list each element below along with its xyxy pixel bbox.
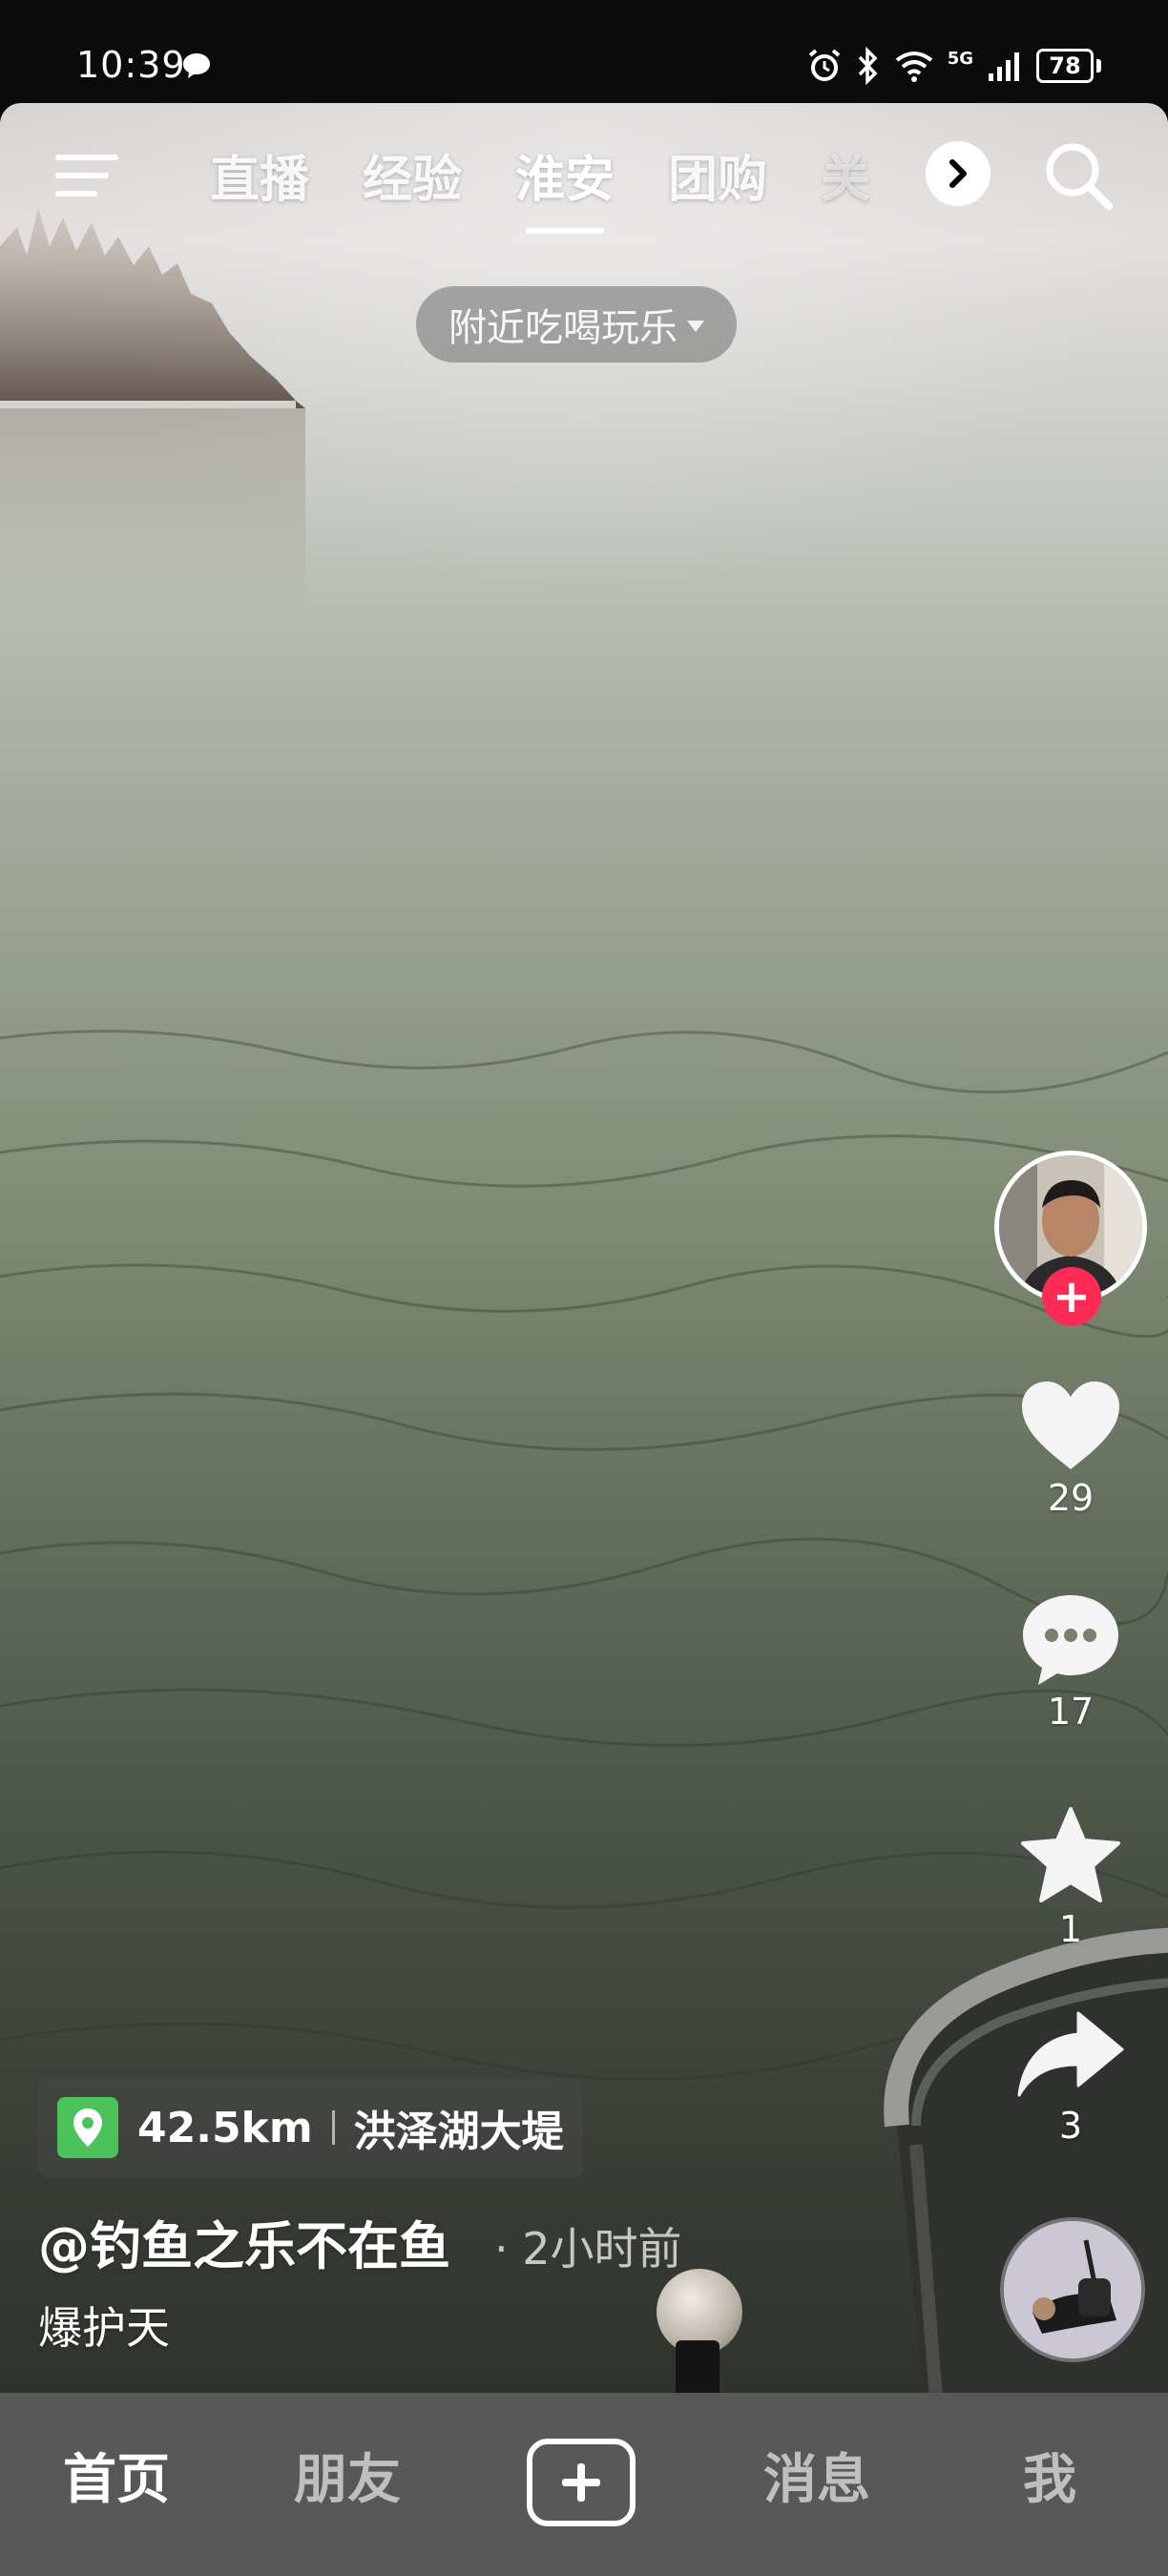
battery-level: 78 <box>1036 49 1094 83</box>
network-type-label: 5G <box>947 49 973 69</box>
share-icon[interactable] <box>1015 2009 1126 2101</box>
nearby-filter-label: 附近吃喝玩乐 <box>448 306 678 350</box>
location-pin-icon <box>57 2097 118 2158</box>
share-count: 3 <box>1058 2105 1083 2147</box>
post-caption[interactable]: 爆护天 <box>38 2294 170 2357</box>
chevron-right-icon <box>949 159 967 188</box>
nav-home[interactable]: 首页 <box>63 2437 170 2514</box>
caret-down-icon <box>687 321 704 332</box>
status-icons: 5G 78 <box>806 42 1101 90</box>
location-distance: 42.5km <box>137 2103 313 2152</box>
alarm-icon <box>808 49 840 81</box>
location-name: 洪泽湖大堤 <box>353 2108 564 2156</box>
heart-icon[interactable] <box>1018 1378 1123 1473</box>
post-time: · 2小时前 <box>494 2223 682 2275</box>
tab-live[interactable]: 直播 <box>210 139 309 211</box>
status-time: 10:39 <box>76 44 186 86</box>
like-action[interactable]: 29 <box>992 1378 1149 1519</box>
menu-icon[interactable] <box>55 147 122 204</box>
create-post-button[interactable] <box>527 2439 636 2526</box>
tab-huaian[interactable]: 淮安 <box>515 139 615 211</box>
favorite-action[interactable]: 1 <box>992 1805 1149 1950</box>
share-action[interactable]: 3 <box>992 2009 1149 2147</box>
tab-following[interactable]: 关 <box>821 139 882 211</box>
location-tag[interactable]: 42.5km 洪泽湖大堤 <box>38 2078 583 2177</box>
comment-icon[interactable] <box>1019 1591 1122 1687</box>
battery-indicator: 78 <box>1036 49 1101 83</box>
signal-icon <box>989 52 1019 81</box>
nav-messages[interactable]: 消息 <box>763 2437 870 2514</box>
more-tabs-button[interactable] <box>926 141 991 206</box>
location-divider <box>331 2110 335 2145</box>
feed-tabs: 直播 经验 淮安 团购 关 <box>210 139 882 211</box>
status-bar: 10:39 5G 78 <box>0 0 1168 103</box>
search-icon[interactable] <box>1042 139 1115 212</box>
favorite-count: 1 <box>1058 1908 1083 1950</box>
author-name[interactable]: @钓鱼之乐不在鱼 <box>38 2204 450 2279</box>
comment-count: 17 <box>1047 1691 1095 1733</box>
plus-icon <box>562 2463 600 2502</box>
nearby-filter-dropdown[interactable]: 附近吃喝玩乐 <box>416 286 737 363</box>
music-disc-button[interactable] <box>1000 2217 1145 2362</box>
wifi-icon <box>895 52 932 82</box>
bottom-navigation: 首页 朋友 消息 我 <box>0 2393 1168 2576</box>
nav-me[interactable]: 我 <box>1023 2437 1076 2514</box>
action-column: + 29 17 1 3 <box>992 1151 1149 2147</box>
comment-action[interactable]: 17 <box>992 1591 1149 1733</box>
follow-button[interactable]: + <box>1042 1267 1101 1326</box>
music-cover-image <box>1004 2221 1141 2358</box>
nav-friends[interactable]: 朋友 <box>294 2437 401 2514</box>
tab-experience[interactable]: 经验 <box>363 139 462 211</box>
author-avatar-button[interactable]: + <box>994 1151 1147 1326</box>
star-icon[interactable] <box>1018 1805 1123 1904</box>
top-navigation: 直播 经验 淮安 团购 关 <box>0 134 1168 239</box>
like-count: 29 <box>1047 1477 1095 1519</box>
tab-group-buy[interactable]: 团购 <box>668 139 767 211</box>
message-notification-icon <box>183 53 210 78</box>
bluetooth-icon <box>858 47 878 85</box>
author-line: @钓鱼之乐不在鱼 · 2小时前 <box>38 2204 682 2279</box>
